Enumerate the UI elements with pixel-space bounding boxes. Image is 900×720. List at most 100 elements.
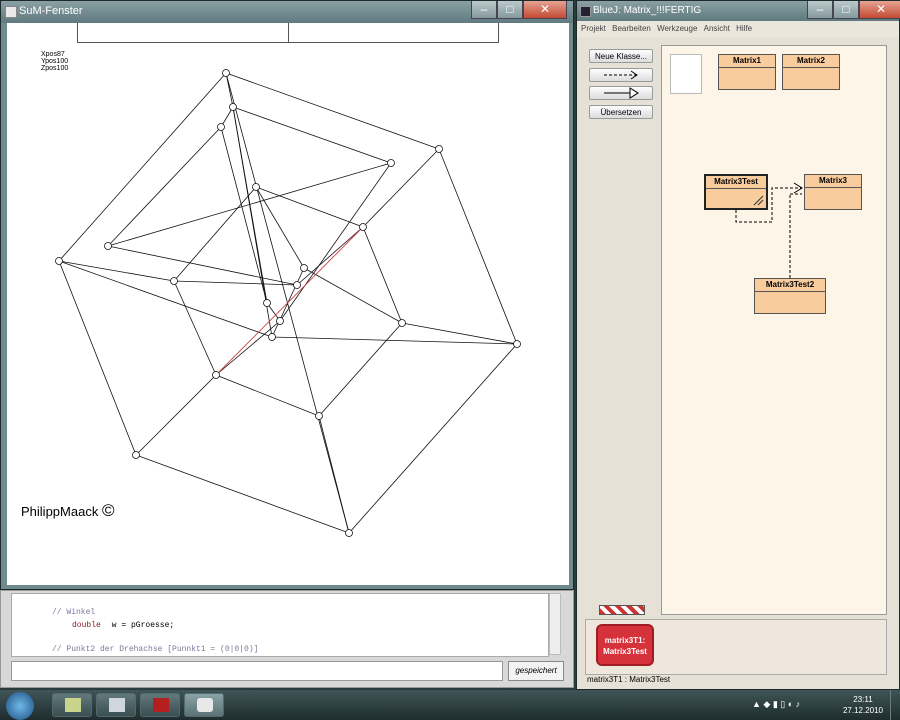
java-icon [197, 698, 213, 712]
window-icon [5, 6, 17, 18]
taskbar-app-3[interactable] [140, 693, 180, 717]
cube-edge [348, 343, 518, 534]
show-desktop-button[interactable] [890, 690, 900, 720]
code-editor: // Winkel double w = pGroesse; // Punkt2… [0, 590, 574, 688]
bluej-body: Neue Klasse... Übersetzen Matrix1 Matrix… [577, 37, 899, 689]
maximize-button[interactable]: □ [833, 1, 859, 19]
compile-button[interactable]: Übersetzen [589, 105, 653, 119]
cube-vertex [263, 299, 271, 307]
cube-edge [271, 336, 518, 345]
app-icon [109, 698, 125, 712]
maximize-button[interactable]: □ [497, 1, 523, 19]
code-area[interactable]: // Winkel double w = pGroesse; // Punkt2… [11, 593, 549, 657]
cube-vertex [359, 223, 367, 231]
cube-edge [58, 260, 137, 456]
sum-titlebar[interactable]: SuM-Fenster – □ ✕ [1, 1, 573, 23]
system-tray[interactable]: ▲ ◆ ▮ ▯ ◐ ♪ [752, 699, 800, 710]
signature-text: PhilippMaack [21, 504, 99, 519]
cube-edge [255, 186, 305, 269]
cube-vertex [315, 412, 323, 420]
cube-edge [135, 454, 350, 534]
cube-vertex [300, 264, 308, 272]
code-line: w = pGroesse; [107, 621, 175, 630]
cube-edge [173, 186, 257, 282]
menu-projekt[interactable]: Projekt [581, 21, 606, 37]
cube-edge [215, 374, 320, 417]
cube-vertex [252, 183, 260, 191]
status-bar: matrix3T1 : Matrix3Test [587, 675, 671, 684]
cube-vertex [398, 319, 406, 327]
sum-window-title: SuM-Fenster [19, 5, 83, 17]
cube-edge [173, 280, 217, 376]
cube-edge [318, 322, 403, 417]
inheritance-arrow-button[interactable] [589, 86, 653, 100]
taskbar-app-2[interactable] [96, 693, 136, 717]
cube-edge [220, 126, 268, 304]
cube-vertex [217, 123, 225, 131]
bluej-window: BlueJ: Matrix_!!!FERTIG – □ ✕ Projekt Be… [576, 0, 900, 690]
notepad-icon [65, 698, 81, 712]
object-matrix3t1[interactable]: matrix3T1: Matrix3Test [596, 624, 654, 666]
taskbar-java[interactable] [184, 693, 224, 717]
cube-edge [296, 226, 364, 286]
cube-vertex [387, 159, 395, 167]
code-line: // Punkt2 der Drehachse [Punnkt1 = (0|0|… [52, 645, 259, 654]
cube-vertex [435, 145, 443, 153]
object-type: Matrix3Test [603, 647, 647, 656]
clock-date: 27.12.2010 [842, 706, 884, 715]
minimize-button[interactable]: – [471, 1, 497, 19]
cube-vertex [222, 69, 230, 77]
cube-edge [438, 148, 518, 345]
bluej-titlebar[interactable]: BlueJ: Matrix_!!!FERTIG – □ ✕ [577, 1, 900, 21]
dependency-arrows [735, 182, 803, 278]
menu-werkzeuge[interactable]: Werkzeuge [657, 21, 697, 37]
copyright-symbol: © [101, 501, 115, 520]
taskbar: ▲ ◆ ▮ ▯ ◐ ♪ 23:11 27.12.2010 [0, 690, 900, 720]
cube-edge [255, 186, 364, 228]
uses-arrow-button[interactable] [589, 68, 653, 82]
cube-edge [58, 260, 273, 338]
cube-vertex [170, 277, 178, 285]
cube-vertex [345, 529, 353, 537]
cube-vertex [104, 242, 112, 250]
close-button[interactable]: ✕ [523, 1, 567, 19]
vm-progress-indicator [599, 605, 645, 615]
menu-bar: Projekt Bearbeiten Werkzeuge Ansicht Hil… [577, 21, 899, 37]
cube-edge [58, 260, 175, 282]
signature: PhilippMaack © [21, 501, 114, 521]
object-name: matrix3T1: [604, 636, 646, 645]
cube-vertex [268, 333, 276, 341]
editor-scrollbar[interactable] [549, 593, 561, 655]
cube-vertex [229, 103, 237, 111]
taskbar-app-1[interactable] [52, 693, 92, 717]
cube-vertex [276, 317, 284, 325]
start-button[interactable] [6, 692, 34, 720]
app-icon [153, 698, 169, 712]
cube-edge [232, 106, 392, 164]
message-field [11, 661, 503, 681]
cube-vertex [293, 281, 301, 289]
menu-ansicht[interactable]: Ansicht [704, 21, 730, 37]
sum-window: SuM-Fenster – □ ✕ Xpos87 Ypos100 Zpos100… [0, 0, 574, 590]
cube-edge [135, 374, 217, 456]
saved-status-button[interactable]: gespeichert [508, 661, 564, 681]
new-class-button[interactable]: Neue Klasse... [589, 49, 653, 63]
cube-vertex [513, 340, 521, 348]
menu-bearbeiten[interactable]: Bearbeiten [612, 21, 651, 37]
menu-hilfe[interactable]: Hilfe [736, 21, 752, 37]
cube-edge [362, 226, 403, 324]
class-diagram[interactable]: Matrix1 Matrix2 Matrix3Test Matrix3 Matr… [661, 45, 887, 615]
cube-vertex [55, 257, 63, 265]
close-button[interactable]: ✕ [859, 1, 900, 19]
cube-edge [58, 72, 227, 262]
clock-time: 23:11 [853, 695, 873, 704]
rotation-axis [215, 226, 364, 376]
clock[interactable]: 23:11 27.12.2010 [840, 694, 886, 716]
cube-edge [279, 162, 392, 322]
dashed-arrow-icon [604, 70, 638, 80]
minimize-button[interactable]: – [807, 1, 833, 19]
drawing-canvas: Xpos87 Ypos100 Zpos100 PhilippMaack © [7, 23, 569, 585]
code-keyword: double [72, 621, 101, 630]
cube-vertex [132, 451, 140, 459]
cube-vertex [212, 371, 220, 379]
